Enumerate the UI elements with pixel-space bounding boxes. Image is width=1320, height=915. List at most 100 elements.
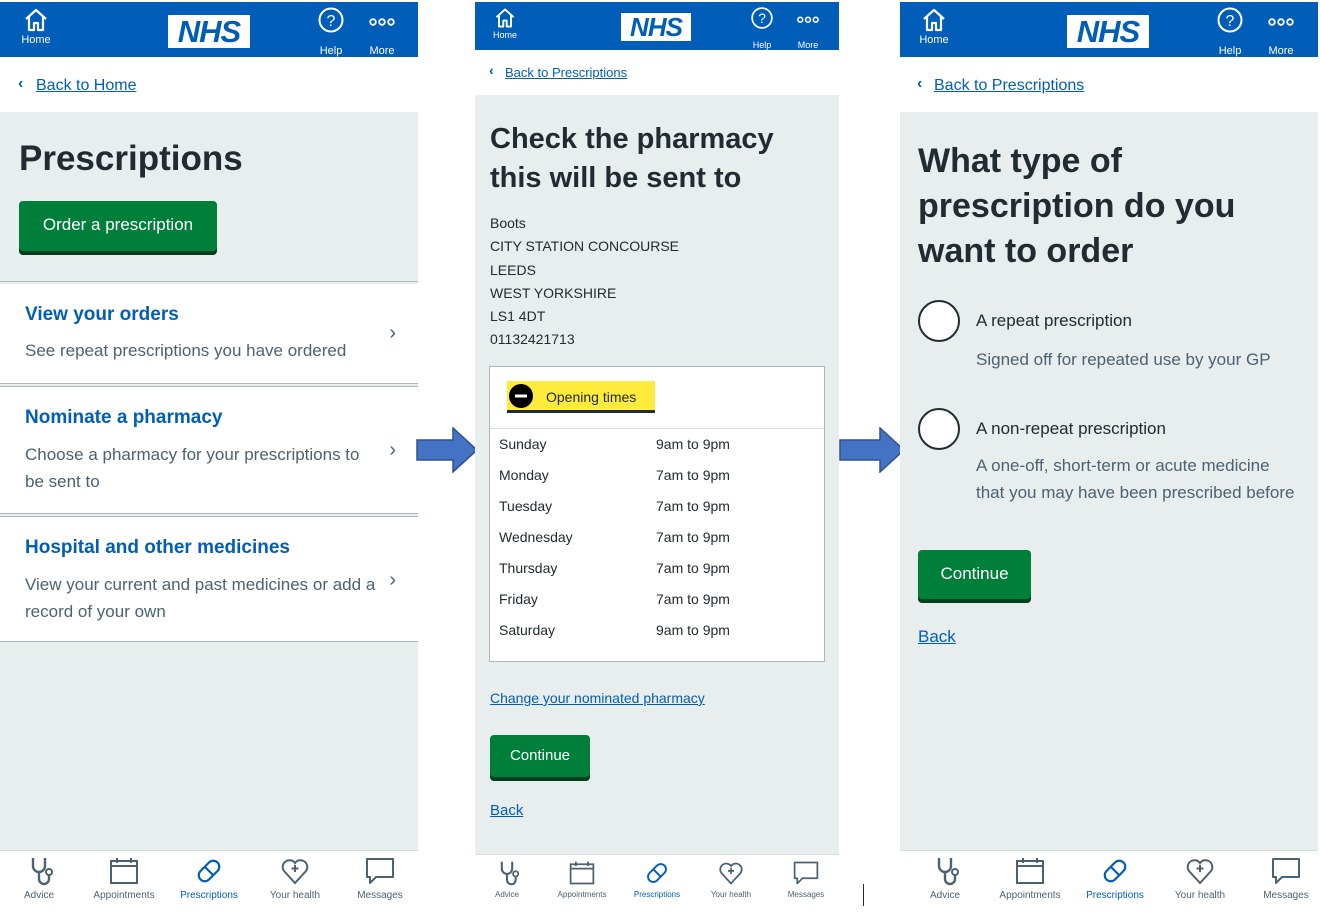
hospital-medicines-card[interactable]: Hospital and other medicines View your c…	[0, 517, 418, 641]
hours-cell: 7am to 9pm	[656, 498, 730, 514]
tab-prescriptions[interactable]: Prescriptions	[629, 859, 685, 899]
tab-appointments[interactable]: Appointments	[89, 855, 159, 901]
back-row: ‹ Back to Prescriptions	[900, 57, 1318, 112]
back-link[interactable]: Back	[490, 802, 523, 819]
continue-button[interactable]: Continue	[490, 735, 590, 777]
help-button[interactable]: ? Help	[745, 6, 779, 50]
tab-prescriptions[interactable]: Prescriptions	[176, 855, 242, 901]
page-title: What type of prescription do you want to…	[918, 139, 1235, 274]
day-cell: Saturday	[499, 622, 556, 638]
address-line: LEEDS	[490, 261, 536, 278]
opening-times-row: Thursday 7am to 9pm	[499, 553, 819, 584]
more-button[interactable]: More	[1261, 6, 1301, 57]
tab-label: Advice	[494, 890, 519, 899]
change-nominated-pharmacy-link[interactable]: Change your nominated pharmacy	[490, 690, 705, 706]
hours-cell: 7am to 9pm	[656, 529, 730, 545]
back-row: ‹ Back to Prescriptions	[475, 50, 839, 95]
card-title: Hospital and other medicines	[25, 537, 290, 558]
page-title: Check the pharmacy this will be sent to	[490, 120, 774, 198]
chat-icon	[793, 861, 819, 885]
continue-button[interactable]: Continue	[918, 550, 1031, 599]
tab-your-health[interactable]: Your health	[1171, 855, 1229, 901]
tab-appointments[interactable]: Appointments	[995, 855, 1065, 901]
pill-icon	[1103, 859, 1127, 883]
radio-repeat-prescription[interactable]	[918, 300, 960, 342]
address-line: 01132421713	[490, 331, 575, 348]
minus-circle-icon	[509, 384, 533, 408]
heart-icon	[281, 859, 309, 885]
tab-label: Appointments	[999, 890, 1061, 901]
card-description: View your current and past medicines or …	[25, 575, 376, 621]
screen-prescriptions: Home NHS ? Help More ‹ Back to Home Pres…	[0, 2, 418, 908]
svg-text:?: ?	[1226, 13, 1235, 30]
home-button[interactable]: Home	[485, 6, 525, 40]
chevron-left-icon: ‹	[489, 62, 494, 78]
tab-messages[interactable]: Messages	[783, 859, 829, 899]
tab-your-health[interactable]: Your health	[266, 855, 324, 901]
more-label: More	[797, 40, 819, 50]
back-to-prescriptions-link[interactable]: Back to Prescriptions	[934, 77, 1084, 95]
help-icon: ?	[1217, 7, 1243, 33]
help-icon: ?	[318, 7, 344, 33]
tab-prescriptions[interactable]: Prescriptions	[1082, 855, 1148, 901]
calendar-icon	[1016, 858, 1044, 884]
tab-label: Messages	[787, 890, 825, 899]
tab-advice[interactable]: Advice	[14, 855, 64, 901]
more-button[interactable]: More	[362, 6, 402, 57]
help-button[interactable]: ? Help	[1211, 6, 1249, 57]
title-line: this will be sent to	[490, 162, 742, 194]
calendar-icon	[110, 858, 138, 884]
tab-your-health[interactable]: Your health	[707, 859, 755, 899]
header: Home NHS ? Help More	[0, 2, 418, 57]
chevron-left-icon: ‹	[917, 75, 923, 92]
address-line: CITY STATION CONCOURSE	[490, 238, 680, 255]
opening-times-toggle[interactable]: Opening times	[507, 381, 655, 413]
more-button[interactable]: More	[791, 6, 825, 50]
address-line: WEST YORKSHIRE	[490, 284, 617, 301]
help-button[interactable]: ? Help	[312, 6, 350, 57]
tab-messages[interactable]: Messages	[352, 855, 408, 901]
view-orders-card[interactable]: View your orders See repeat prescription…	[0, 284, 418, 383]
chevron-right-icon: ›	[389, 439, 396, 461]
tab-appointments[interactable]: Appointments	[553, 859, 611, 899]
tab-label: Messages	[357, 890, 403, 901]
back-to-prescriptions-link[interactable]: Back to Prescriptions	[505, 65, 627, 80]
opening-times-label: Opening times	[546, 389, 637, 405]
more-icon	[797, 16, 819, 23]
tab-label: Prescriptions	[1086, 890, 1144, 901]
radio-hint: A one-off, short-term or acute medicine …	[976, 456, 1295, 502]
more-label: More	[1268, 45, 1294, 57]
tab-advice[interactable]: Advice	[920, 855, 970, 901]
opening-times-row: Monday 7am to 9pm	[499, 460, 819, 491]
day-cell: Friday	[499, 591, 538, 607]
back-link[interactable]: Back	[918, 627, 956, 647]
radio-non-repeat-prescription[interactable]	[918, 408, 960, 450]
opening-times-row: Sunday 9am to 9pm	[499, 429, 819, 460]
pharmacy-address: Boots CITY STATION CONCOURSE LEEDS WEST YOR…	[490, 212, 679, 352]
help-label: Help	[319, 45, 343, 57]
home-label: Home	[21, 34, 51, 46]
tab-label: Prescriptions	[180, 890, 238, 901]
stethoscope-icon	[937, 858, 959, 886]
tab-advice[interactable]: Advice	[487, 859, 527, 899]
chevron-right-icon: ›	[389, 569, 396, 591]
title-line: What type of	[918, 142, 1122, 180]
svg-text:?: ?	[758, 11, 766, 26]
header: Home NHS ? Help More	[475, 2, 839, 50]
hours-cell: 7am to 9pm	[656, 591, 730, 607]
home-button[interactable]: Home	[14, 6, 58, 46]
bottom-tab-bar: Advice Appointments Prescriptions Your h…	[0, 850, 418, 908]
back-to-home-link[interactable]: Back to Home	[36, 77, 136, 95]
title-line: prescription do you	[918, 187, 1236, 225]
more-label: More	[369, 45, 395, 57]
divider	[0, 281, 418, 283]
page-title: Prescriptions	[19, 139, 243, 178]
home-icon	[495, 8, 515, 28]
card-title: Nominate a pharmacy	[25, 407, 223, 428]
day-cell: Monday	[499, 467, 549, 483]
order-prescription-button[interactable]: Order a prescription	[19, 201, 217, 251]
nominate-pharmacy-card[interactable]: Nominate a pharmacy Choose a pharmacy fo…	[0, 387, 418, 513]
home-button[interactable]: Home	[912, 6, 956, 46]
tab-messages[interactable]: Messages	[1258, 855, 1314, 901]
nhs-logo: NHS	[168, 15, 250, 48]
